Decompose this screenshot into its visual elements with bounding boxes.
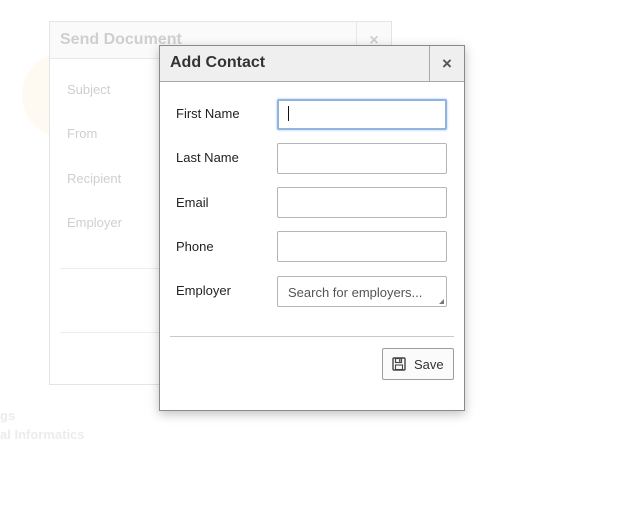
from-label: From — [67, 126, 98, 141]
employer-label: Employer — [176, 283, 231, 298]
employer-label-background: Employer — [67, 215, 122, 230]
close-icon[interactable]: × — [429, 46, 464, 81]
employer-placeholder: Search for employers... — [288, 285, 423, 300]
add-contact-dialog: Add Contact × First Name Last Name Email… — [159, 45, 465, 411]
employer-search-input[interactable]: Search for employers... — [277, 276, 447, 307]
email-label: Email — [176, 195, 209, 210]
add-contact-header: Add Contact × — [160, 46, 464, 82]
text-cursor — [288, 106, 289, 121]
last-name-input[interactable] — [277, 143, 447, 174]
background-text: al Informatics — [0, 427, 85, 442]
first-name-label: First Name — [176, 106, 240, 121]
floppy-disk-icon — [392, 357, 406, 371]
recipient-label: Recipient — [67, 171, 122, 186]
email-input[interactable] — [277, 187, 447, 218]
dialog-title: Add Contact — [170, 54, 266, 71]
resize-handle-icon[interactable] — [439, 299, 444, 304]
first-name-input[interactable] — [277, 99, 447, 130]
dialog-divider — [170, 336, 454, 337]
background-text: gs — [0, 408, 16, 423]
save-button[interactable]: Save — [382, 348, 454, 380]
last-name-label: Last Name — [176, 150, 239, 165]
save-button-label: Save — [414, 357, 444, 372]
phone-input[interactable] — [277, 231, 447, 262]
subject-label: Subject — [67, 82, 111, 97]
phone-label: Phone — [176, 239, 214, 254]
